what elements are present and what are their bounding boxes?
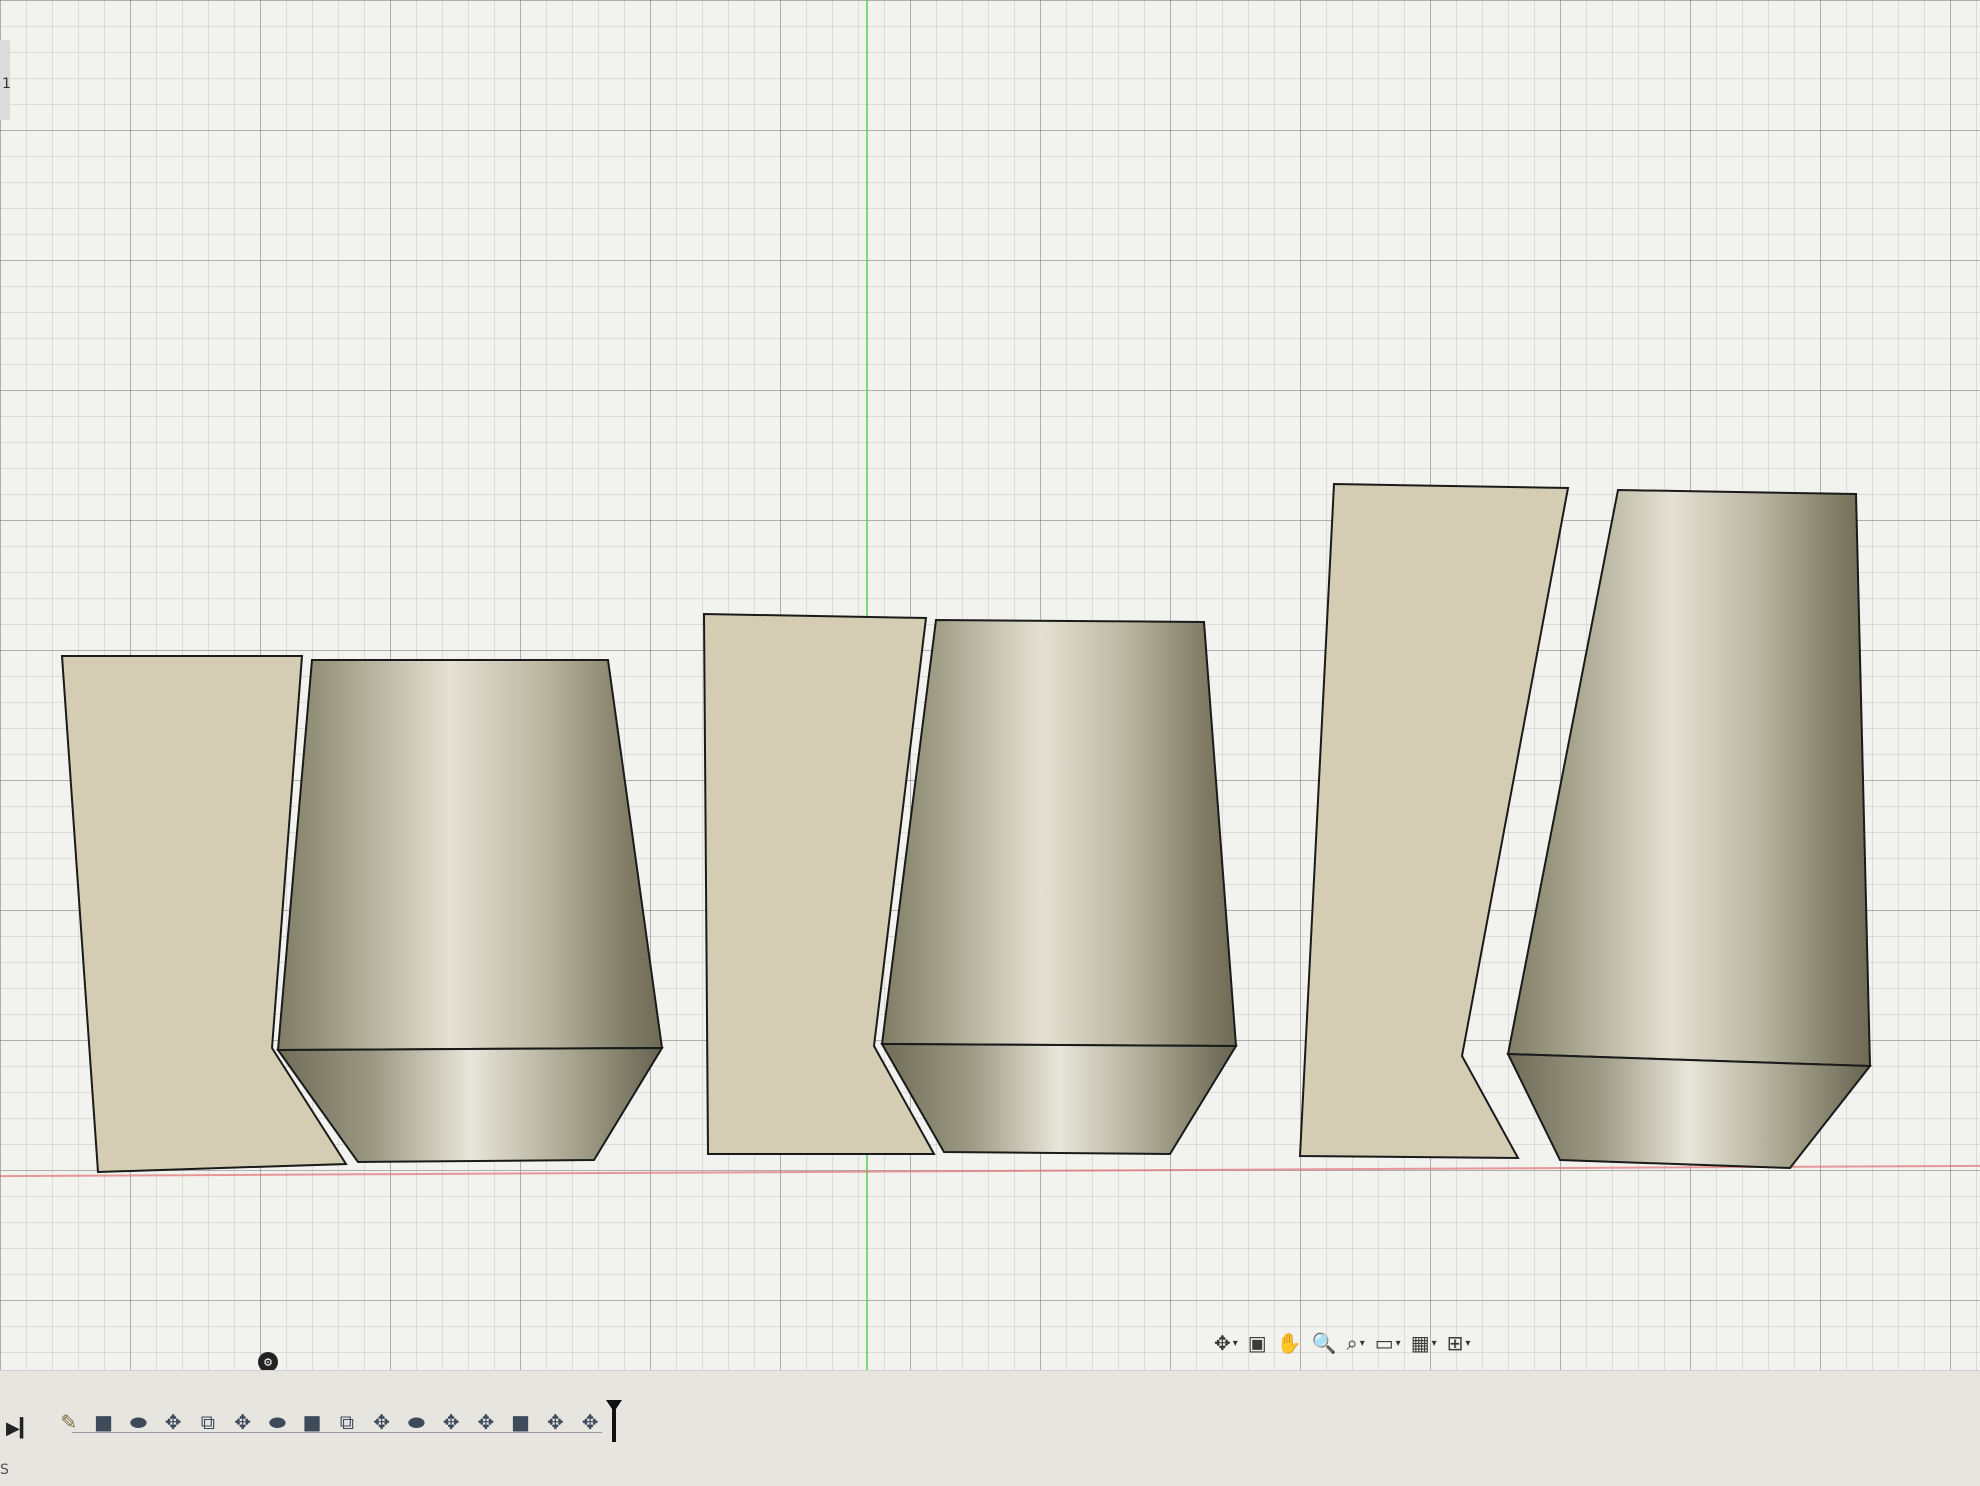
part-group-2[interactable] [702, 612, 1238, 1156]
extrude-icon[interactable]: ■ [91, 1409, 117, 1435]
timeline-track: ✎ ■ ⬬ ✥ ⧉ ✥ ⬬ ■ ⧉ ✥ ⬬ ✥ ✥ ■ ✥ ✥ [56, 1400, 622, 1442]
combine-icon[interactable]: ⧉ [334, 1409, 360, 1435]
navigation-bar: ✥ ▾ ▣ ✋ 🔍 ⌕ ▾ ▭ ▾ ▦ ▾ ⊞ ▾ [1210, 1326, 1474, 1360]
combine-icon[interactable]: ⧉ [195, 1409, 221, 1435]
model-scene [60, 482, 1873, 1174]
dropdown-caret-icon[interactable]: ▾ [1360, 1338, 1365, 1349]
viewports-button[interactable]: ⊞ ▾ [1443, 1328, 1475, 1358]
canvas-viewport[interactable]: 1 ✥ ▾ ▣ ✋ 🔍 ⌕ ▾ ▭ ▾ ▦ ▾ ⊞ ▾ [0, 0, 1980, 1370]
dropdown-caret-icon[interactable]: ▾ [1396, 1338, 1401, 1349]
part-group-3[interactable] [1298, 482, 1873, 1170]
move-icon[interactable]: ✥ [230, 1409, 256, 1435]
loft-icon[interactable]: ⬬ [126, 1409, 152, 1435]
viewports-icon: ⊞ [1446, 1331, 1464, 1355]
grid-settings-icon: ▦ [1410, 1331, 1430, 1355]
dropdown-caret-icon[interactable]: ▾ [1465, 1338, 1470, 1349]
part-group-1[interactable] [60, 655, 664, 1174]
grid-settings-button[interactable]: ▦ ▾ [1407, 1328, 1441, 1358]
move-icon[interactable]: ✥ [473, 1409, 499, 1435]
status-text: S [0, 1462, 9, 1478]
revolved-body-1-lower [276, 1046, 664, 1164]
extrude-icon[interactable]: ■ [508, 1409, 534, 1435]
zoom-icon: 🔍 [1311, 1331, 1337, 1355]
move-icon[interactable]: ✥ [369, 1409, 395, 1435]
look-at-button[interactable]: ▣ [1244, 1328, 1271, 1358]
orbit-icon: ✥ [1214, 1331, 1231, 1355]
display-settings-button[interactable]: ▭ ▾ [1371, 1328, 1405, 1358]
look-at-icon: ▣ [1247, 1331, 1267, 1355]
timeline-settings-icon[interactable]: ⚙ [258, 1352, 278, 1372]
orbit-button[interactable]: ✥ ▾ [1210, 1328, 1242, 1358]
fit-icon: ⌕ [1346, 1331, 1358, 1355]
revolved-body-1-upper [276, 659, 664, 1052]
pan-button[interactable]: ✋ [1273, 1328, 1306, 1358]
move-icon[interactable]: ✥ [160, 1409, 186, 1435]
display-settings-icon: ▭ [1374, 1331, 1394, 1355]
dropdown-caret-icon[interactable]: ▾ [1432, 1338, 1437, 1349]
go-to-end-icon[interactable]: ▶▎ [6, 1418, 34, 1439]
sketch-icon[interactable]: ✎ [56, 1409, 82, 1435]
dropdown-caret-icon[interactable]: ▾ [1233, 1338, 1238, 1349]
revolved-body-3-upper [1506, 488, 1872, 1068]
loft-icon[interactable]: ⬬ [404, 1409, 430, 1435]
fit-button[interactable]: ⌕ ▾ [1343, 1328, 1369, 1358]
loft-icon[interactable]: ⬬ [265, 1409, 291, 1435]
extrude-icon[interactable]: ■ [299, 1409, 325, 1435]
move-icon[interactable]: ✥ [543, 1409, 569, 1435]
zoom-button[interactable]: 🔍 [1308, 1328, 1341, 1358]
revolved-body-2-lower [880, 1042, 1238, 1156]
pan-icon: ✋ [1276, 1331, 1302, 1355]
move-icon[interactable]: ✥ [577, 1409, 603, 1435]
move-icon[interactable]: ✥ [438, 1409, 464, 1435]
revolved-body-2-upper [880, 618, 1238, 1048]
timeline-marker[interactable] [606, 1400, 622, 1442]
revolved-body-3-lower [1506, 1052, 1873, 1170]
